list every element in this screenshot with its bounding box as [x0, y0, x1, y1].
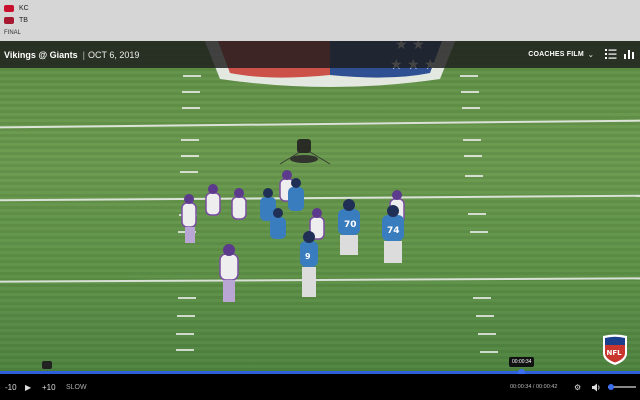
play-icon: ▶ — [25, 382, 32, 392]
gear-icon: ⚙ — [574, 382, 582, 392]
players-scrimmage: 70 74 9 — [181, 139, 405, 302]
scoreboard-row-kc[interactable]: KC — [4, 3, 29, 14]
volume-button[interactable] — [592, 374, 601, 400]
playlist-icon[interactable] — [605, 48, 617, 60]
volume-knob[interactable] — [607, 384, 614, 390]
hash-mark — [182, 91, 200, 93]
game-status: FINAL — [4, 30, 22, 36]
hash-mark — [462, 107, 480, 109]
hash-mark — [176, 333, 194, 335]
stats-icon[interactable] — [623, 48, 635, 60]
title-separator: | — [82, 49, 85, 60]
video-frame[interactable]: ★ ★ ★ ★ ★ — [0, 41, 640, 371]
slow-motion-button[interactable]: SLOW — [66, 374, 87, 400]
volume-slider[interactable] — [607, 384, 636, 390]
hash-mark — [464, 155, 482, 157]
play-button[interactable]: ▶ — [25, 374, 31, 400]
skycam — [279, 139, 331, 165]
skip-back-button[interactable]: -10 — [5, 374, 17, 400]
player-controls: -10 ▶ +10 SLOW 00:00:34 / 00:00:42 ⚙ — [0, 374, 640, 400]
hash-mark — [468, 213, 486, 215]
svg-text:NFL: NFL — [607, 349, 623, 357]
time-tooltip: 00:00:34 — [509, 357, 535, 367]
film-type-dropdown[interactable]: COACHES FILM ⌄ — [528, 41, 594, 68]
hash-mark — [480, 351, 498, 353]
settings-button[interactable]: ⚙ — [574, 374, 581, 400]
svg-text:74: 74 — [387, 226, 400, 236]
time-readout: 00:00:34 / 00:00:42 — [510, 384, 558, 390]
hash-mark — [176, 349, 194, 351]
team-abbr: TB — [19, 17, 28, 24]
hash-mark — [461, 91, 479, 93]
scoreboard: KC TB FINAL — [0, 0, 640, 41]
scoreboard-row-tb[interactable]: TB — [4, 15, 28, 26]
kc-logo-icon — [4, 5, 14, 12]
hash-mark — [182, 107, 200, 109]
yard-line — [0, 119, 640, 129]
hash-mark — [465, 175, 483, 177]
hash-mark — [470, 231, 488, 233]
team-abbr: KC — [19, 5, 29, 12]
game-info-bar: Vikings @ Giants | OCT 6, 2019 COACHES F… — [0, 41, 640, 68]
film-type-label: COACHES FILM — [528, 51, 584, 58]
svg-text:9: 9 — [305, 252, 311, 261]
skip-back-label: -10 — [5, 382, 17, 392]
hash-mark — [460, 75, 478, 77]
skip-forward-button[interactable]: +10 — [42, 374, 56, 400]
hash-mark — [463, 139, 481, 141]
skip-forward-label: +10 — [42, 382, 56, 392]
slow-label: SLOW — [66, 383, 87, 391]
svg-text:70: 70 — [344, 220, 357, 230]
down-marker-icon — [42, 361, 52, 369]
speaker-icon — [592, 383, 600, 391]
tb-logo-icon — [4, 17, 14, 24]
hash-mark — [478, 333, 496, 335]
hash-mark — [183, 75, 201, 77]
nfl-shield-icon: NFL — [603, 334, 627, 365]
game-date: OCT 6, 2019 — [87, 49, 140, 60]
hash-mark — [476, 315, 494, 317]
hash-mark — [473, 297, 491, 299]
game-title: Vikings @ Giants — [4, 49, 78, 60]
chevron-down-icon: ⌄ — [587, 51, 594, 59]
